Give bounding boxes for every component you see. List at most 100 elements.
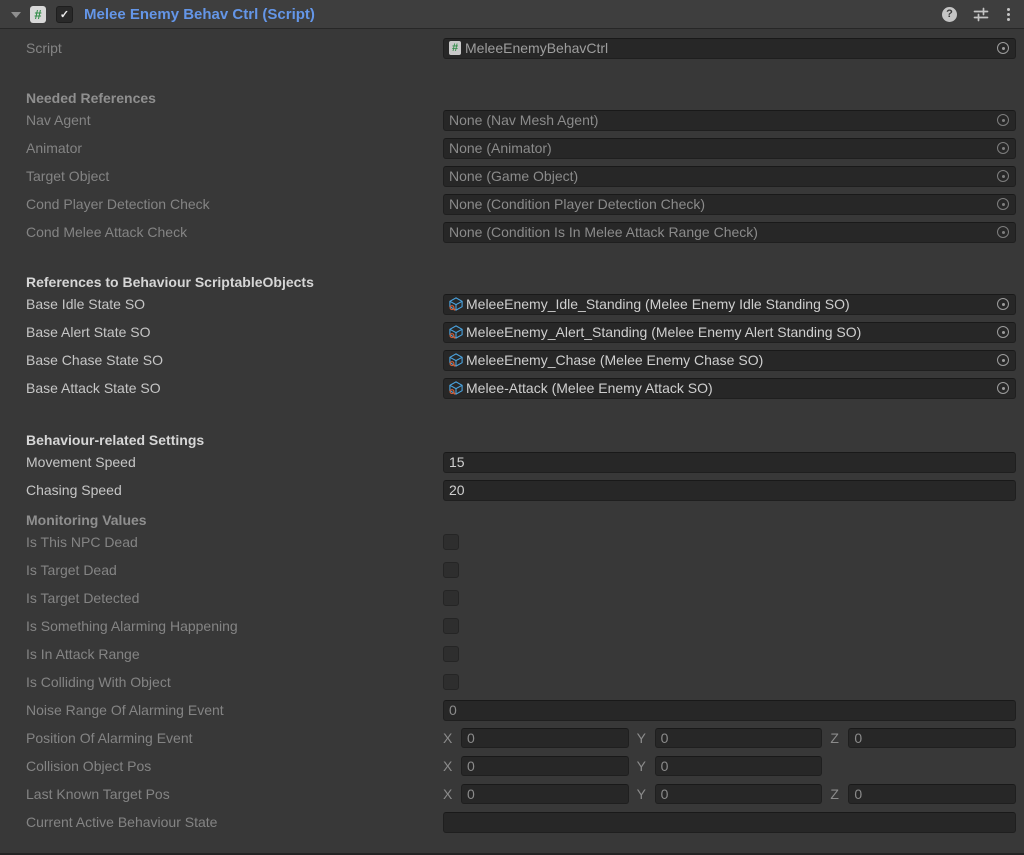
object-picker-icon xyxy=(997,142,1009,154)
object-picker-icon[interactable] xyxy=(997,298,1009,310)
text-field-noise-range-of-alarming-event: 0 xyxy=(443,700,1016,721)
text-field-current-active-behaviour-state xyxy=(443,812,1016,833)
scriptable-object-icon xyxy=(449,297,463,311)
section-header: Behaviour-related Settings xyxy=(0,424,1024,448)
field-value: Melee-Attack (Melee Enemy Attack SO) xyxy=(443,378,1016,399)
vector-component-x: X0 xyxy=(443,756,629,776)
vector-field-value: 0 xyxy=(467,758,475,774)
vector-component-y: Y0 xyxy=(637,728,823,748)
field-label: Is This NPC Dead xyxy=(26,534,443,550)
object-field-text: MeleeEnemy_Idle_Standing (Melee Enemy Id… xyxy=(466,296,850,312)
field-label: Is Target Detected xyxy=(26,590,443,606)
component-enabled-checkbox[interactable]: ✓ xyxy=(56,6,73,23)
vector-field-value: 0 xyxy=(661,786,669,802)
field-value: X0Y0Z0 xyxy=(443,728,1016,748)
field-value: X0Y0 xyxy=(443,756,1016,776)
object-field-target-object: None (Game Object) xyxy=(443,166,1016,187)
object-field-animator: None (Animator) xyxy=(443,138,1016,159)
field-label: Is Something Alarming Happening xyxy=(26,618,443,634)
axis-label: X xyxy=(443,786,454,802)
object-field-base-idle-state-so[interactable]: MeleeEnemy_Idle_Standing (Melee Enemy Id… xyxy=(443,294,1016,315)
row-last-known-target-pos: Last Known Target PosX0Y0Z0 xyxy=(0,780,1024,808)
checkbox-is-in-attack-range xyxy=(443,646,459,662)
field-value: None (Condition Player Detection Check) xyxy=(443,194,1016,215)
axis-label: X xyxy=(443,758,454,774)
field-label: Nav Agent xyxy=(26,112,443,128)
vector-field-last-known-target-pos-y: 0 xyxy=(655,784,823,804)
object-picker-icon[interactable] xyxy=(997,354,1009,366)
section-header: Monitoring Values xyxy=(0,504,1024,528)
vector-component-x: X0 xyxy=(443,784,629,804)
row-noise-range-of-alarming-event: Noise Range Of Alarming Event 0 xyxy=(0,696,1024,724)
vector-component-z: Z0 xyxy=(830,784,1016,804)
field-value xyxy=(443,646,1016,662)
object-field-text: None (Animator) xyxy=(449,140,552,156)
object-field-text: None (Condition Player Detection Check) xyxy=(449,196,705,212)
field-value xyxy=(443,674,1016,690)
field-value: X0Y0Z0 xyxy=(443,784,1016,804)
row-position-of-alarming-event: Position Of Alarming EventX0Y0Z0 xyxy=(0,724,1024,752)
row-animator: Animator None (Animator) xyxy=(0,134,1024,162)
vector-field-last-known-target-pos-x: 0 xyxy=(461,784,629,804)
object-field-script: #MeleeEnemyBehavCtrl xyxy=(443,38,1016,59)
row-is-something-alarming-happening: Is Something Alarming Happening xyxy=(0,612,1024,640)
object-picker-icon[interactable] xyxy=(997,382,1009,394)
vector-field-value: 0 xyxy=(467,730,475,746)
presets-icon[interactable] xyxy=(973,7,989,22)
axis-label: Y xyxy=(637,730,648,746)
vector-field-collision-object-pos-x: 0 xyxy=(461,756,629,776)
scriptable-object-icon xyxy=(449,381,463,395)
scriptable-object-icon xyxy=(449,325,463,339)
object-field-text: None (Condition Is In Melee Attack Range… xyxy=(449,224,758,240)
object-picker-icon[interactable] xyxy=(997,326,1009,338)
checkbox-is-colliding-with-object xyxy=(443,674,459,690)
component-header[interactable]: # ✓ Melee Enemy Behav Ctrl (Script) ? xyxy=(0,0,1024,29)
field-label: Animator xyxy=(26,140,443,156)
text-field-movement-speed[interactable]: 15 xyxy=(443,452,1016,473)
object-field-text: None (Game Object) xyxy=(449,168,578,184)
foldout-arrow-icon[interactable] xyxy=(11,12,21,18)
object-field-base-alert-state-so[interactable]: MeleeEnemy_Alert_Standing (Melee Enemy A… xyxy=(443,322,1016,343)
field-value xyxy=(443,590,1016,606)
row-script: Script#MeleeEnemyBehavCtrl xyxy=(0,34,1024,62)
row-cond-player-detection-check: Cond Player Detection Check None (Conditi… xyxy=(0,190,1024,218)
object-field-text: MeleeEnemy_Alert_Standing (Melee Enemy A… xyxy=(466,324,861,340)
text-field-value: 0 xyxy=(449,702,457,718)
row-is-colliding-with-object: Is Colliding With Object xyxy=(0,668,1024,696)
section-header: Needed References xyxy=(0,82,1024,106)
row-chasing-speed: Chasing Speed20 xyxy=(0,476,1024,504)
object-picker-icon[interactable] xyxy=(997,42,1009,54)
row-base-chase-state-so: Base Chase State SOMeleeEnemy_Chase (Mel… xyxy=(0,346,1024,374)
axis-label: Y xyxy=(637,758,648,774)
scriptable-object-icon xyxy=(449,353,463,367)
row-base-attack-state-so: Base Attack State SOMelee-Attack (Melee … xyxy=(0,374,1024,402)
field-label: Noise Range Of Alarming Event xyxy=(26,702,443,718)
vector-field-collision-object-pos-y: 0 xyxy=(655,756,823,776)
header-actions: ? xyxy=(942,6,1012,23)
field-value: #MeleeEnemyBehavCtrl xyxy=(443,38,1016,59)
row-base-alert-state-so: Base Alert State SOMeleeEnemy_Alert_Stan… xyxy=(0,318,1024,346)
object-picker-icon xyxy=(997,198,1009,210)
more-options-icon[interactable] xyxy=(1005,6,1012,23)
object-field-base-chase-state-so[interactable]: MeleeEnemy_Chase (Melee Enemy Chase SO) xyxy=(443,350,1016,371)
field-label: Base Idle State SO xyxy=(26,296,443,312)
axis-label: X xyxy=(443,730,454,746)
field-label: Cond Player Detection Check xyxy=(26,196,443,212)
row-movement-speed: Movement Speed15 xyxy=(0,448,1024,476)
row-is-target-detected: Is Target Detected xyxy=(0,584,1024,612)
section-behaviour-related-settings: Behaviour-related SettingsMovement Speed… xyxy=(0,424,1024,504)
axis-label: Z xyxy=(830,730,841,746)
object-field-base-attack-state-so[interactable]: Melee-Attack (Melee Enemy Attack SO) xyxy=(443,378,1016,399)
object-field-text: MeleeEnemyBehavCtrl xyxy=(465,40,608,56)
text-field-value: 20 xyxy=(449,482,465,498)
text-field-chasing-speed[interactable]: 20 xyxy=(443,480,1016,501)
checkbox-is-target-detected xyxy=(443,590,459,606)
help-icon[interactable]: ? xyxy=(942,7,957,22)
vector-collision-object-pos: X0Y0 xyxy=(443,756,1016,776)
field-label: Is In Attack Range xyxy=(26,646,443,662)
vector-component-y: Y0 xyxy=(637,784,823,804)
field-value xyxy=(443,618,1016,634)
object-field-cond-melee-attack-check: None (Condition Is In Melee Attack Range… xyxy=(443,222,1016,243)
section-monitoring-values: Monitoring Values Is This NPC Dead Is Targ… xyxy=(0,504,1024,836)
component-title: Melee Enemy Behav Ctrl (Script) xyxy=(84,6,315,23)
